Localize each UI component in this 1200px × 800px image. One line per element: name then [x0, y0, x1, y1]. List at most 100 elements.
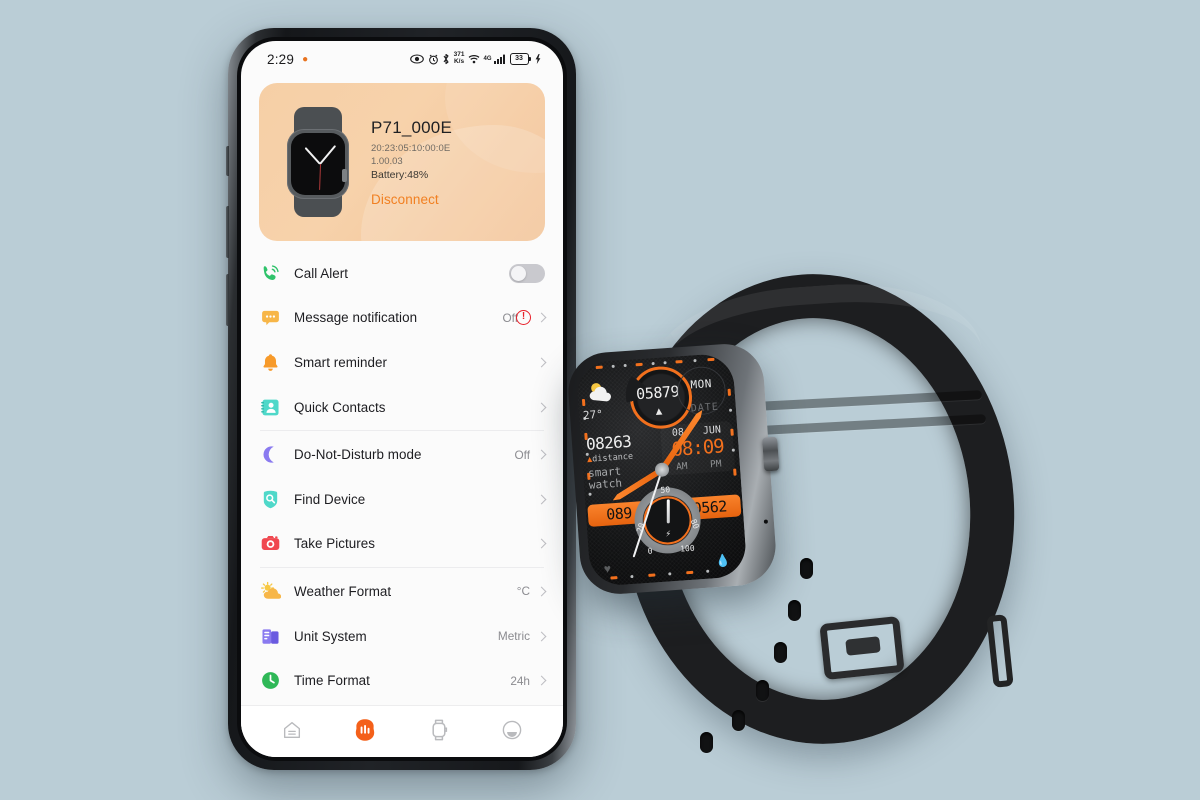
settings-row-message-notification[interactable]: Message notification Off! [241, 296, 563, 341]
settings-row-do-not-disturb-mode[interactable]: Do-Not-Disturb mode Off [241, 432, 563, 477]
settings-row-label: Find Device [294, 491, 366, 507]
settings-row-label: Smart reminder [294, 354, 387, 370]
settings-toggle[interactable] [509, 263, 545, 283]
sun-cloud-icon [261, 581, 282, 599]
gauge-tick-100: 100 [679, 543, 695, 554]
device-card-section: P71_000E 20:23:05:10:00:0E 1.00.03 Batte… [241, 77, 563, 251]
eye-icon [410, 54, 424, 64]
strap-hole [756, 680, 769, 701]
watch-temperature: 27° [582, 407, 604, 423]
phone-side-button-mute[interactable] [226, 146, 229, 176]
watch-icon [432, 719, 447, 740]
watch-crown-button[interactable] [762, 436, 780, 472]
settings-row-label: Weather Format [294, 583, 392, 599]
sun-cloud-icon [585, 379, 617, 407]
message-bubble-icon [260, 307, 281, 328]
settings-row-time-format[interactable]: Time Format 24h [241, 658, 563, 703]
settings-row-weather-format[interactable]: Weather Format °C [241, 569, 563, 614]
settings-row-smart-reminder[interactable]: Smart reminder [241, 340, 563, 385]
watch-strap-keeper [986, 614, 1014, 688]
phone-volume-down-button[interactable] [226, 274, 229, 326]
nav-item-device[interactable] [422, 715, 456, 745]
device-card[interactable]: P71_000E 20:23:05:10:00:0E 1.00.03 Batte… [259, 83, 545, 241]
bell-icon [260, 352, 281, 373]
settings-row-label: Message notification [294, 310, 418, 326]
settings-row-unit-system[interactable]: Unit System Metric [241, 614, 563, 659]
phone-device: 2:29 ● 371 K/s 4G 33 P71_000E 20:23:05:1… [226, 28, 576, 770]
location-pin-icon: ● [302, 53, 309, 65]
watch-microphone [763, 519, 769, 524]
clock-icon [260, 670, 281, 691]
find-device-icon [263, 490, 278, 509]
camera-icon [261, 536, 280, 551]
device-mac-address: 20:23:05:10:00:0E [371, 142, 451, 154]
chevron-right-icon [536, 402, 547, 413]
contact-card-icon [261, 399, 279, 415]
status-bar-icons: 371 K/s 4G 33 [410, 51, 541, 66]
phone-screen: 2:29 ● 371 K/s 4G 33 P71_000E 20:23:05:1… [241, 41, 563, 757]
list-divider [260, 567, 544, 569]
distance-block: 08263 ▲distance smart watch [585, 430, 659, 492]
settings-row-value: Off [514, 447, 530, 462]
flame-icon: 💧 [715, 553, 731, 569]
gauge-tick-80: 80 [689, 517, 702, 531]
find-device-icon [260, 489, 281, 510]
watch-date-label: DATE [690, 401, 720, 415]
watch-face-screen[interactable]: 27° 05879 ▲ MON DATE 08263 ▲distance sma… [575, 352, 748, 587]
chevron-right-icon [536, 312, 547, 323]
gauge-needle [666, 499, 670, 524]
nav-item-profile[interactable] [495, 715, 529, 745]
settings-row-label: Do-Not-Disturb mode [294, 447, 422, 463]
phone-call-icon [260, 263, 281, 284]
network-speed: 371 K/s [453, 51, 465, 66]
settings-row-find-device[interactable]: Find Device [241, 477, 563, 522]
phone-call-icon [263, 265, 279, 280]
chevron-right-icon [536, 631, 547, 641]
network-type: 4G [483, 56, 492, 62]
heart-icon: ♥ [603, 561, 612, 576]
strap-hole [774, 642, 787, 663]
device-name: P71_000E [371, 117, 453, 137]
bluetooth-icon [443, 53, 449, 65]
profile-icon [502, 720, 522, 739]
warning-badge[interactable]: ! [516, 310, 531, 326]
moon-icon [260, 444, 281, 465]
nav-item-health[interactable] [348, 715, 382, 745]
lightning-bolt-icon: ⚡ [665, 529, 672, 540]
settings-row-value: Metric [497, 629, 530, 644]
settings-row-take-pictures[interactable]: Take Pictures [241, 522, 563, 567]
contact-card-icon [260, 397, 281, 418]
camera-icon [260, 533, 281, 554]
strap-hole [732, 710, 745, 731]
smartwatch-thumbnail [281, 107, 355, 217]
phone-volume-up-button[interactable] [226, 206, 229, 258]
home-icon [283, 721, 300, 738]
gauge-tick-50: 50 [660, 485, 671, 495]
settings-row-label: Time Format [294, 673, 370, 689]
strap-hole [800, 558, 813, 579]
settings-row-label: Quick Contacts [294, 399, 386, 415]
strap-hole [788, 600, 801, 621]
device-battery: Battery:48% [371, 168, 429, 181]
settings-row-label: Unit System [294, 628, 367, 644]
status-bar: 2:29 ● 371 K/s 4G 33 [241, 41, 563, 77]
disconnect-button[interactable]: Disconnect [371, 192, 452, 207]
bell-icon [263, 354, 278, 371]
list-divider [260, 430, 544, 432]
unit-system-icon [262, 628, 279, 644]
sun-cloud-icon [260, 581, 282, 602]
phone-bezel: 2:29 ● 371 K/s 4G 33 P71_000E 20:23:05:1… [237, 37, 567, 761]
network-speed-unit: K/s [453, 58, 465, 65]
watch-am-label: AM [675, 460, 688, 473]
settings-row-label: Call Alert [294, 265, 349, 281]
watch-case: 27° 05879 ▲ MON DATE 08263 ▲distance sma… [565, 341, 780, 597]
device-firmware-version: 1.00.03 [371, 155, 403, 167]
gauge-tick-0: 0 [647, 546, 653, 556]
settings-row-call-alert[interactable]: Call Alert [241, 251, 563, 296]
health-stats-icon [356, 718, 375, 741]
nav-item-home[interactable] [275, 715, 309, 745]
chevron-right-icon [536, 357, 547, 368]
settings-row-value: °C [516, 584, 530, 599]
settings-row-quick-contacts[interactable]: Quick Contacts [241, 385, 563, 430]
battery-indicator: 33 [509, 53, 531, 65]
